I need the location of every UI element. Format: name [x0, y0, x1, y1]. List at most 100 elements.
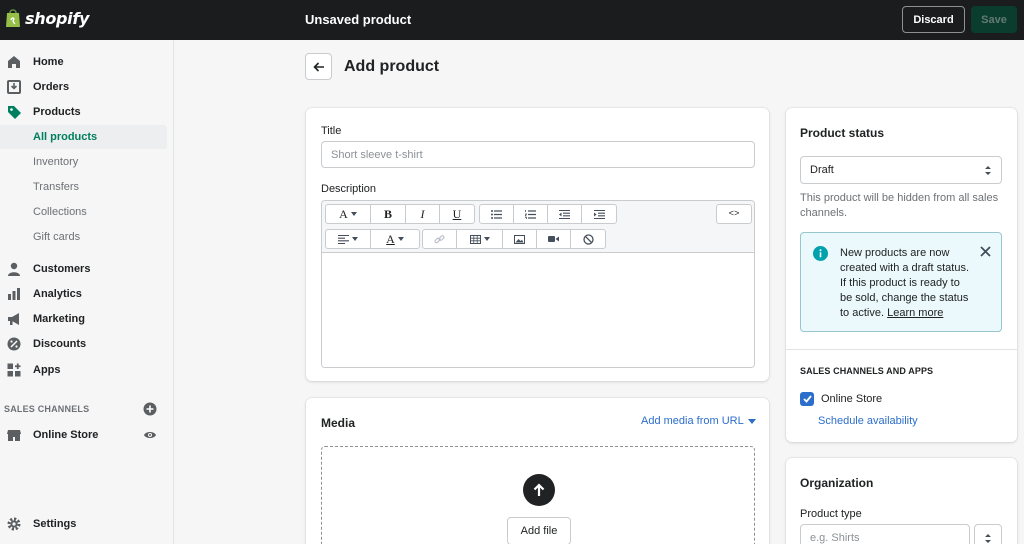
- font-size-button[interactable]: A: [326, 205, 371, 223]
- eye-icon[interactable]: [143, 428, 157, 442]
- italic-glyph: I: [420, 206, 425, 221]
- online-store-label: Online Store: [821, 393, 883, 405]
- sales-channels-heading: SALES CHANNELS: [4, 404, 90, 414]
- megaphone-icon: [6, 311, 22, 327]
- add-sales-channel-icon[interactable]: [143, 402, 157, 416]
- text-color-button[interactable]: A: [371, 230, 419, 248]
- list-group: [479, 204, 617, 224]
- sidebar-item-label: Apps: [33, 364, 61, 376]
- sidebar-item-label: Home: [33, 56, 64, 68]
- description-text-area[interactable]: [322, 254, 754, 367]
- add-file-button[interactable]: Add file: [507, 517, 571, 544]
- sidebar-item-analytics[interactable]: Analytics: [0, 282, 174, 306]
- chevron-down-icon: [352, 237, 358, 241]
- draft-status-banner: New products are now created with a draf…: [800, 232, 1002, 332]
- banner-message: New products are now created with a draf…: [840, 246, 970, 321]
- gear-icon: [6, 516, 22, 532]
- sidebar-item-customers[interactable]: Customers: [0, 257, 174, 281]
- sidebar-subitem-label: Gift cards: [33, 231, 81, 243]
- sidebar: Home Orders Products All products Invent…: [0, 40, 174, 544]
- sidebar-subitem-all-products[interactable]: All products: [0, 125, 167, 149]
- description-label: Description: [321, 183, 377, 195]
- source-group: <>: [716, 204, 752, 224]
- product-type-input[interactable]: [800, 524, 970, 544]
- numbered-list-button[interactable]: [514, 205, 548, 223]
- image-button[interactable]: [503, 230, 537, 248]
- table-button[interactable]: [457, 230, 503, 248]
- status-value: Draft: [810, 164, 834, 176]
- numbered-list-icon: [525, 209, 536, 219]
- sidebar-item-label: Customers: [33, 263, 91, 275]
- insert-group: [422, 229, 606, 249]
- align-left-icon: [338, 234, 349, 244]
- product-status-title: Product status: [800, 126, 885, 140]
- sidebar-item-marketing[interactable]: Marketing: [0, 307, 174, 331]
- format-group: A B I U: [325, 204, 475, 224]
- indent-icon: [593, 209, 605, 219]
- title-label: Title: [321, 125, 342, 137]
- organization-card: Organization Product type: [786, 458, 1017, 544]
- bold-glyph: B: [383, 206, 392, 221]
- indent-button[interactable]: [582, 205, 616, 223]
- save-button[interactable]: Save: [971, 6, 1017, 33]
- italic-button[interactable]: I: [406, 205, 440, 223]
- sidebar-item-home[interactable]: Home: [0, 50, 174, 74]
- clear-format-button[interactable]: [571, 230, 605, 248]
- bullet-list-button[interactable]: [480, 205, 514, 223]
- home-icon: [6, 54, 22, 70]
- status-select[interactable]: Draft: [800, 156, 1002, 184]
- back-button[interactable]: [305, 53, 332, 80]
- sidebar-item-products[interactable]: Products: [0, 100, 174, 124]
- align-color-group: A: [325, 229, 420, 249]
- close-icon[interactable]: [980, 246, 991, 257]
- schedule-availability-link[interactable]: Schedule availability: [818, 415, 918, 427]
- select-arrows-icon: [984, 165, 992, 176]
- underline-glyph: U: [452, 206, 462, 221]
- sidebar-subitem-transfers[interactable]: Transfers: [0, 175, 167, 199]
- outdent-button[interactable]: [548, 205, 582, 223]
- sidebar-item-discounts[interactable]: Discounts: [0, 332, 174, 356]
- font-glyph: A: [339, 206, 348, 221]
- store-icon: [6, 427, 22, 443]
- title-input[interactable]: [321, 141, 755, 168]
- sidebar-subitem-gift-cards[interactable]: Gift cards: [0, 225, 167, 249]
- text-align-button[interactable]: [326, 230, 371, 248]
- outdent-icon: [559, 209, 570, 219]
- shopify-logo[interactable]: shopify: [4, 8, 89, 28]
- chevron-down-icon: [483, 237, 490, 241]
- add-media-url-dropdown[interactable]: Add media from URL: [641, 415, 756, 427]
- chevron-down-icon: [397, 237, 404, 241]
- sidebar-item-label: Online Store: [33, 429, 99, 441]
- table-icon: [469, 234, 481, 244]
- bullet-list-icon: [491, 209, 502, 219]
- discount-icon: [6, 336, 22, 352]
- chevron-down-icon: [747, 418, 756, 424]
- chevron-down-icon: [350, 212, 357, 216]
- learn-more-link[interactable]: Learn more: [887, 307, 943, 319]
- sidebar-subitem-collections[interactable]: Collections: [0, 200, 167, 224]
- media-dropzone[interactable]: Add file: [321, 446, 755, 544]
- video-button[interactable]: [537, 230, 571, 248]
- sidebar-item-label: Discounts: [33, 338, 87, 350]
- sales-channels-title: SALES CHANNELS AND APPS: [800, 366, 934, 376]
- media-title: Media: [321, 416, 356, 430]
- discard-button[interactable]: Discard: [902, 6, 965, 33]
- link-button[interactable]: [423, 230, 457, 248]
- sidebar-item-apps[interactable]: Apps: [0, 358, 174, 382]
- check-icon: [802, 395, 812, 403]
- page-status-title: Unsaved product: [305, 12, 412, 27]
- person-icon: [6, 261, 22, 277]
- color-glyph: A: [386, 231, 395, 246]
- sidebar-item-settings[interactable]: Settings: [0, 512, 174, 536]
- video-icon: [548, 235, 559, 243]
- product-type-select-button[interactable]: [974, 524, 1002, 544]
- sidebar-subitem-inventory[interactable]: Inventory: [0, 150, 167, 174]
- link-icon: [434, 234, 445, 245]
- bold-button[interactable]: B: [371, 205, 406, 223]
- sidebar-item-orders[interactable]: Orders: [0, 75, 174, 99]
- underline-button[interactable]: U: [440, 205, 474, 223]
- upload-icon: [523, 474, 555, 506]
- orders-icon: [6, 79, 22, 95]
- html-source-button[interactable]: <>: [717, 205, 751, 223]
- online-store-checkbox[interactable]: [800, 392, 814, 406]
